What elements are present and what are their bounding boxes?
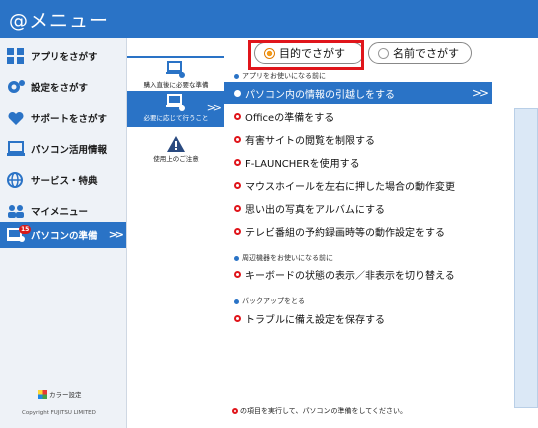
bullet-icon [234,298,239,304]
pc-setup-icon: 15 [4,225,32,245]
copyright: Copyright FUJITSU LIMITED [22,410,96,416]
bullet-icon [234,135,241,143]
tab-by-name[interactable]: 名前でさがす [368,42,472,64]
gear-icon [4,77,28,97]
bullet-icon [234,73,239,79]
subcategory-item-as-needed[interactable]: 必要に応じて行うこと >> [127,91,225,127]
laptop-gear-icon [166,61,185,78]
list-item[interactable]: キーボードの状態の表示／非表示を切り替える [230,263,492,285]
bullet-icon [234,270,241,278]
sidebar-item-pc-setup[interactable]: 15 パソコンの準備 >> [0,222,126,248]
color-setting-button[interactable]: カラー設定 [38,389,82,399]
sidebar-item-label: サービス・特典 [31,176,98,187]
bullet-icon [234,227,241,235]
list-item[interactable]: 思い出の写真をアルバムにする [230,197,492,219]
bullet-icon [234,89,241,97]
globe-icon [4,170,28,190]
tab-label: 名前でさがす [393,47,459,60]
list-item[interactable]: F-LAUNCHERを使用する [230,151,492,173]
subcategory-item-caution[interactable]: 使用上のご注意 [127,132,225,166]
laptop-icon [4,139,28,159]
subcategory-column: 購入直後に必要な準備 必要に応じて行うこと >> 使用上のご注意 [126,38,225,428]
badge-count: 15 [19,225,32,234]
sidebar-item-support[interactable]: サポートをさがす [0,104,126,132]
list-item[interactable]: Officeの準備をする [230,105,492,127]
preview-window [514,108,538,408]
footer-note: の項目を実行して、パソコンの準備をしてください。 [232,406,407,416]
subcategory-item-initial-setup[interactable]: 購入直後に必要な準備 [127,56,225,90]
subcategory-label: 使用上のご注意 [153,155,199,163]
bullet-icon [234,158,241,166]
chevron-right-icon: >> [206,101,223,114]
warning-icon [167,136,185,152]
list-item[interactable]: マウスホイールを左右に押した場合の動作変更 [230,174,492,196]
chevron-right-icon: >> [471,86,489,100]
sidebar-item-label: マイメニュー [31,207,89,218]
subcategory-label: 購入直後に必要な準備 [143,81,209,89]
section-heading: バックアップをとる [234,296,305,306]
tab-highlight-box [248,40,364,70]
section-heading: アプリをお使いになる前に [234,71,326,81]
sidebar-item-apps[interactable]: アプリをさがす [0,42,126,70]
list-item[interactable]: 有害サイトの閲覧を制限する [230,128,492,150]
list-item[interactable]: パソコン内の情報の引越しをする >> [224,82,492,104]
sidebar-item-label: 設定をさがす [31,83,89,94]
sidebar-item-label: パソコン活用情報 [31,145,108,156]
sidebar: アプリをさがす 設定をさがす サポートをさがす パソコン活用情報 サービス・特典… [0,38,126,428]
subcategory-label: 必要に応じて行うこと [143,114,209,122]
people-icon [4,201,28,221]
sidebar-item-label: アプリをさがす [31,52,98,63]
list-item[interactable]: テレビ番組の予約録画時等の動作設定をする [230,220,492,242]
bullet-icon [234,204,241,212]
section-heading: 周辺機器をお使いになる前に [234,253,333,263]
bullet-icon [234,181,241,189]
preview-panel [492,38,538,428]
sidebar-item-my-menu[interactable]: マイメニュー [0,197,126,225]
bullet-icon [234,255,239,261]
apps-icon [4,46,28,66]
color-palette-icon [38,389,47,399]
sidebar-item-label: パソコンの準備 [31,231,98,242]
main-panel: 目的でさがす 名前でさがす アプリをお使いになる前に パソコン内の情報の引越しを… [224,38,492,428]
sidebar-item-pc-info[interactable]: パソコン活用情報 [0,135,126,163]
sidebar-item-settings[interactable]: 設定をさがす [0,73,126,101]
bullet-icon [234,314,241,322]
color-setting-label: カラー設定 [49,391,82,399]
chevron-right-icon: >> [108,228,125,241]
heart-hand-icon [4,108,28,128]
bullet-icon [234,112,241,120]
title-bar: @メニュー [0,0,538,38]
list-item[interactable]: トラブルに備え設定を保存する [230,307,492,329]
sidebar-item-services[interactable]: サービス・特典 [0,166,126,194]
bullet-icon [232,408,238,414]
laptop-gear-icon [166,94,185,111]
app-title: @メニュー [9,10,110,32]
sidebar-item-label: サポートをさがす [31,114,108,125]
radio-unselected-icon [378,48,389,59]
